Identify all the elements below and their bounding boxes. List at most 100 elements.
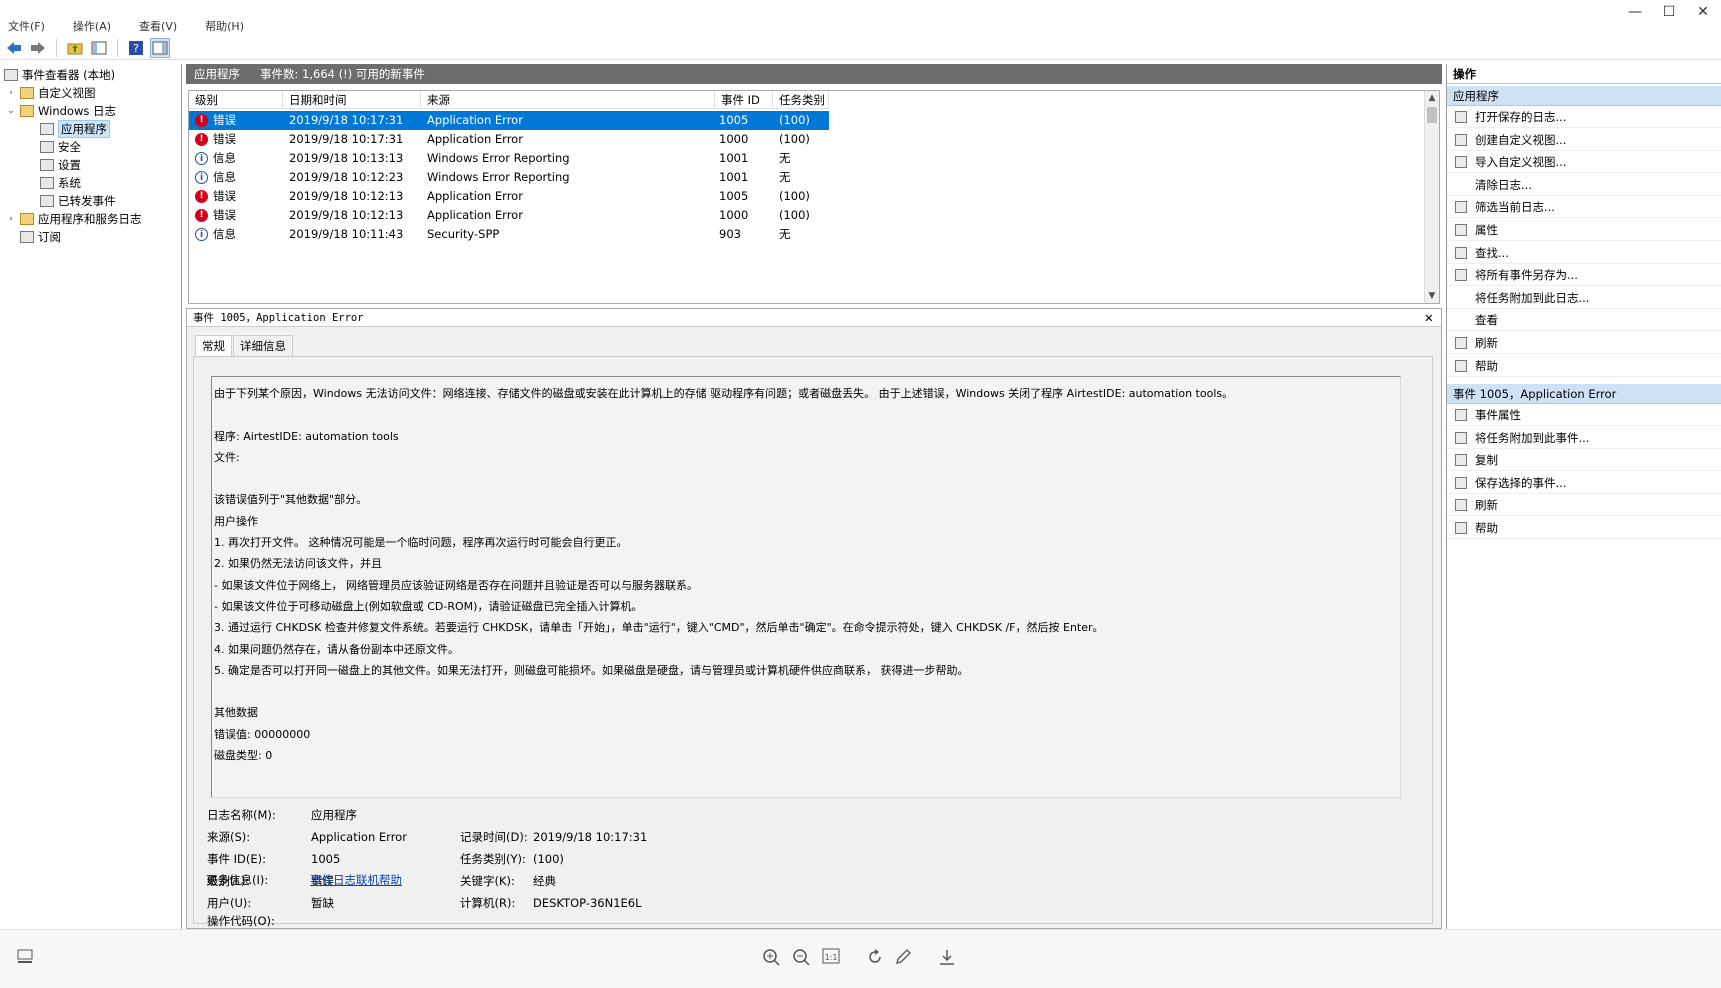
table-row[interactable]: i 信息 2019/9/18 10:12:23 Windows Error Repor… (189, 168, 829, 187)
collapse-icon[interactable]: ⌄ (6, 106, 16, 116)
actual-size-icon[interactable]: 1:1 (820, 948, 842, 970)
back-icon[interactable] (4, 38, 24, 58)
menu-action[interactable]: 操作(A) (73, 18, 111, 34)
table-row[interactable]: ! 错误 2019/9/18 10:12:13 Application Error 10… (189, 187, 829, 206)
action-label: 将所有事件另存为... (1475, 268, 1578, 283)
menu-help[interactable]: 帮助(H) (205, 18, 244, 34)
download-icon[interactable] (936, 948, 958, 970)
toolbar-separator (117, 38, 118, 57)
action-item[interactable]: 清除日志... (1447, 174, 1721, 196)
close-detail-icon[interactable]: ✕ (1425, 309, 1433, 327)
tree-item-application[interactable]: 应用程序 (40, 120, 110, 138)
cell-event-id: 1001 (719, 170, 749, 184)
tree-item-security[interactable]: 安全 (40, 138, 81, 156)
cell-datetime: 2019/9/18 10:11:43 (289, 227, 404, 241)
zoom-out-icon[interactable] (790, 948, 812, 970)
cell-source: Windows Error Reporting (427, 151, 570, 165)
properties-icon (1455, 409, 1467, 421)
table-row[interactable]: ! 错误 2019/9/18 10:12:13 Application Error 10… (189, 206, 829, 225)
table-row[interactable]: i 信息 2019/9/18 10:13:13 Windows Error Repor… (189, 149, 829, 168)
actions-title: 操作 (1447, 64, 1721, 84)
action-item[interactable]: 创建自定义视图... (1447, 129, 1721, 151)
description-line: 1. 再次打开文件。 这种情况可能是一个临时问题，程序再次运行时可能会自行更正。 (214, 536, 628, 550)
scroll-down-icon[interactable]: ▼ (1425, 289, 1439, 303)
action-item[interactable]: 打开保存的日志... (1447, 106, 1721, 128)
forward-icon[interactable] (28, 38, 48, 58)
log-icon (40, 195, 54, 207)
action-item[interactable]: 将任务附加到此事件... (1447, 427, 1721, 449)
detail-title-text: 事件 1005，Application Error (193, 312, 364, 324)
column-header-level[interactable]: 级别 (189, 91, 283, 109)
action-item[interactable]: 筛选当前日志... (1447, 196, 1721, 219)
action-label: 刷新 (1475, 336, 1498, 350)
keywords-value: 经典 (533, 874, 556, 888)
column-header-task[interactable]: 任务类别 (773, 91, 829, 109)
open-log-icon (1455, 111, 1467, 123)
more-info-link[interactable]: 事件日志联机帮助 (310, 870, 402, 890)
rotate-icon[interactable] (864, 948, 886, 970)
toolbar: ? (0, 36, 1721, 60)
maximize-button[interactable]: ☐ (1654, 4, 1684, 20)
properties-icon (1455, 224, 1467, 236)
action-item[interactable]: 将所有事件另存为... (1447, 264, 1721, 287)
action-item[interactable]: 事件属性 (1447, 404, 1721, 426)
minimize-button[interactable]: — (1620, 4, 1650, 20)
menu-view[interactable]: 查看(V) (139, 18, 177, 34)
tree-item-forwarded[interactable]: 已转发事件 (40, 192, 116, 210)
expand-icon[interactable]: › (6, 88, 16, 98)
column-header-event-id[interactable]: 事件 ID (715, 91, 773, 109)
thumbnail-icon[interactable] (14, 948, 36, 970)
computer-label: 计算机(R): (460, 896, 516, 910)
action-item[interactable]: 帮助 (1447, 355, 1721, 377)
action-label: 帮助 (1475, 358, 1498, 373)
tab-general[interactable]: 常规 (195, 335, 232, 357)
tree-item-label: 系统 (58, 176, 81, 190)
show-hide-tree-icon[interactable] (89, 38, 109, 58)
action-item[interactable]: 保存选择的事件... (1447, 472, 1721, 494)
action-item[interactable]: 将任务附加到此日志... (1447, 287, 1721, 309)
zoom-in-icon[interactable] (760, 948, 782, 970)
column-header-source[interactable]: 来源 (421, 91, 715, 109)
menu-file[interactable]: 文件(F) (8, 18, 45, 34)
save-icon (1455, 269, 1467, 282)
scroll-up-icon[interactable]: ▲ (1425, 91, 1439, 105)
tree-item-app-service-logs[interactable]: › 应用程序和服务日志 (6, 210, 141, 228)
edit-icon[interactable] (892, 948, 914, 970)
actions-section-event[interactable]: 事件 1005，Application Error (1447, 384, 1721, 404)
tree-root[interactable]: 事件查看器 (本地) (4, 66, 115, 84)
up-folder-icon[interactable] (65, 38, 85, 58)
action-item[interactable]: 导入自定义视图... (1447, 151, 1721, 174)
table-row[interactable]: ! 错误 2019/9/18 10:17:31 Application Error 10… (189, 130, 829, 149)
cell-event-id: 1000 (719, 132, 749, 146)
table-row[interactable]: i 信息 2019/9/18 10:11:43 Security-SPP 903 无 (189, 225, 829, 244)
tree-item-custom-views[interactable]: › 自定义视图 (6, 84, 95, 102)
action-label: 导入自定义视图... (1475, 155, 1567, 170)
action-item[interactable]: 复制 (1447, 449, 1721, 472)
tab-details[interactable]: 详细信息 (233, 335, 293, 357)
action-item[interactable]: 查找... (1447, 242, 1721, 264)
action-item[interactable]: 属性 (1447, 219, 1721, 241)
action-item[interactable]: 查看 (1447, 309, 1721, 332)
table-row[interactable]: ! 错误 2019/9/18 10:17:31 Application Error 10… (189, 111, 829, 130)
action-item[interactable]: 刷新 (1447, 494, 1721, 517)
actions-section-log[interactable]: 应用程序 (1447, 86, 1721, 106)
action-item[interactable]: 刷新 (1447, 332, 1721, 354)
tree-item-setup[interactable]: 设置 (40, 156, 81, 174)
tree-item-subscriptions[interactable]: 订阅 (20, 228, 61, 246)
cell-datetime: 2019/9/18 10:13:13 (289, 151, 404, 165)
column-header-datetime[interactable]: 日期和时间 (283, 91, 421, 109)
log-name-value: 应用程序 (311, 808, 357, 822)
action-label: 属性 (1475, 223, 1498, 237)
show-hide-action-pane-icon[interactable] (150, 37, 170, 58)
cell-source: Security-SPP (427, 227, 500, 241)
action-label: 打开保存的日志... (1475, 110, 1567, 124)
tree-item-windows-logs[interactable]: ⌄ Windows 日志 (6, 102, 116, 120)
action-item[interactable]: 帮助 (1447, 517, 1721, 539)
expand-icon[interactable]: › (6, 214, 16, 224)
help-icon[interactable]: ? (126, 38, 146, 58)
description-line: 磁盘类型: 0 (214, 749, 273, 763)
scroll-thumb[interactable] (1427, 107, 1437, 123)
tree-item-system[interactable]: 系统 (40, 174, 81, 192)
event-list-scrollbar[interactable]: ▲ ▼ (1424, 91, 1439, 303)
close-window-button[interactable]: ✕ (1688, 4, 1718, 20)
